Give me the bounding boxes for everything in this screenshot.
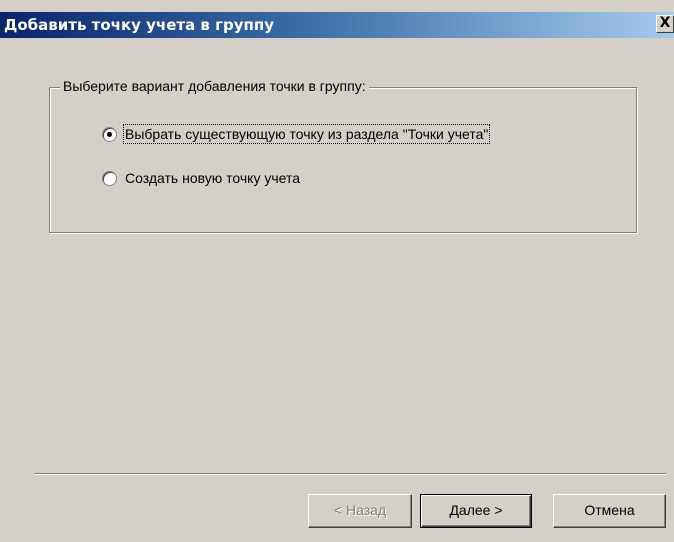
group-legend: Выберите вариант добавления точки в груп…	[60, 78, 369, 94]
close-icon: X	[659, 15, 671, 31]
title-bar[interactable]: Добавить точку учета в группу X	[0, 12, 674, 38]
next-button[interactable]: Далее >	[420, 494, 532, 528]
next-button-label: Далее >	[449, 502, 503, 518]
add-point-dialog: Добавить точку учета в группу X Выберите…	[0, 0, 674, 542]
cancel-button-label: Отмена	[584, 502, 635, 518]
option-select-existing-label[interactable]: Выбрать существующую точку из раздела "Т…	[122, 124, 491, 144]
option-select-existing[interactable]: Выбрать существующую точку из раздела "Т…	[102, 124, 491, 144]
radio-create-new[interactable]	[102, 170, 117, 186]
separator-line	[34, 473, 666, 475]
option-create-new[interactable]: Создать новую точку учета	[102, 170, 300, 186]
close-button[interactable]: X	[656, 15, 674, 33]
radio-select-existing[interactable]	[102, 126, 117, 142]
back-button-label: < Назад	[333, 502, 387, 518]
back-button[interactable]: < Назад	[308, 494, 412, 528]
window-title: Добавить точку учета в группу	[4, 16, 274, 34]
option-create-new-label[interactable]: Создать новую точку учета	[125, 170, 300, 186]
add-option-groupbox: Выберите вариант добавления точки в груп…	[49, 78, 637, 233]
cancel-button[interactable]: Отмена	[553, 494, 666, 528]
